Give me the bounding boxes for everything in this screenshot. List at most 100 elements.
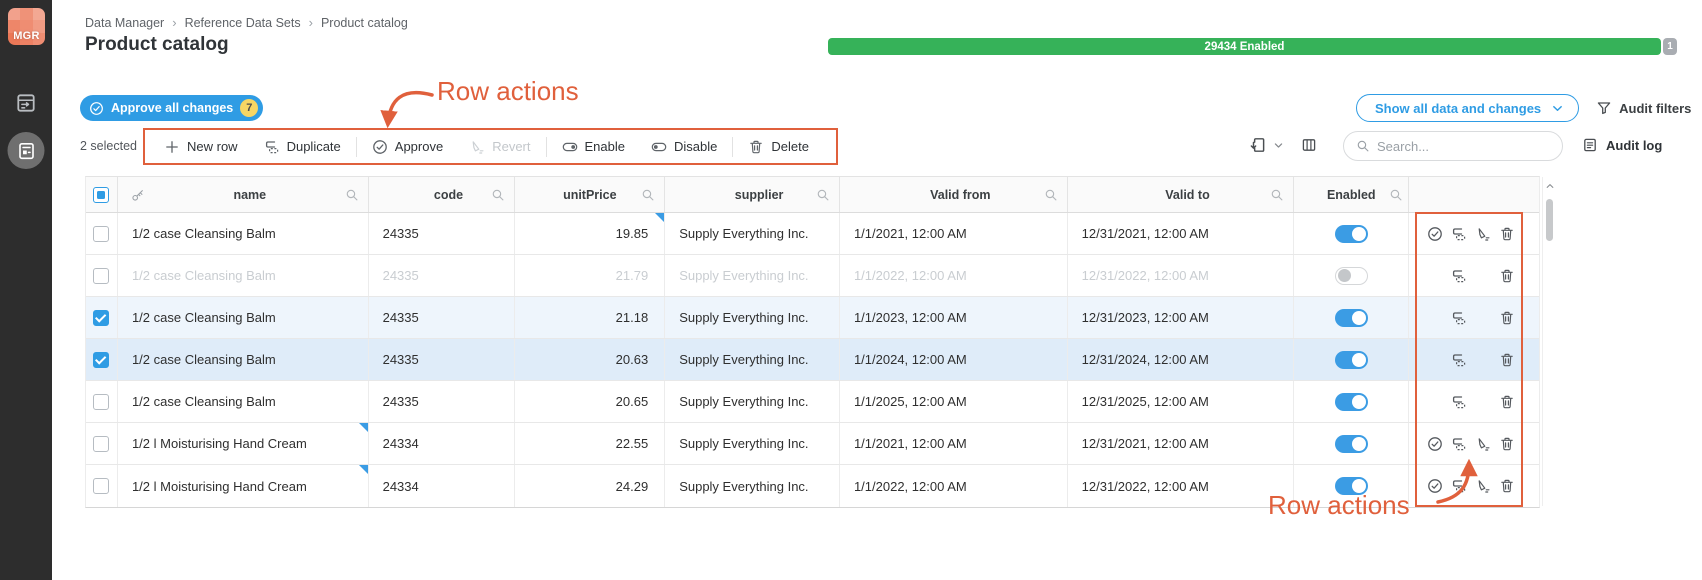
column-header-supplier[interactable]: supplier xyxy=(665,177,840,212)
delete-icon[interactable] xyxy=(1499,268,1515,284)
valid-from-cell[interactable]: 1/1/2021, 12:00 AM xyxy=(840,423,1068,464)
row-checkbox[interactable] xyxy=(93,225,110,242)
duplicate-icon[interactable] xyxy=(1451,478,1467,494)
revert-icon[interactable] xyxy=(1475,226,1491,242)
valid-to-cell[interactable]: 12/31/2022, 12:00 AM xyxy=(1068,255,1295,296)
duplicate-button[interactable]: Duplicate xyxy=(251,130,354,163)
duplicate-icon[interactable] xyxy=(1451,352,1467,368)
approve-button[interactable]: Approve xyxy=(359,130,456,163)
unitprice-cell[interactable]: 20.65 xyxy=(515,381,666,422)
column-header-enabled[interactable]: Enabled xyxy=(1294,177,1410,212)
scrollbar-thumb[interactable] xyxy=(1546,199,1553,241)
valid-to-cell[interactable]: 12/31/2024, 12:00 AM xyxy=(1068,339,1295,380)
name-cell[interactable]: 1/2 case Cleansing Balm xyxy=(118,213,369,254)
unitprice-cell[interactable]: 21.18 xyxy=(515,297,666,338)
duplicate-icon[interactable] xyxy=(1451,226,1467,242)
valid-from-cell[interactable]: 1/1/2023, 12:00 AM xyxy=(840,297,1068,338)
disable-button[interactable]: Disable xyxy=(638,130,730,163)
duplicate-icon[interactable] xyxy=(1451,310,1467,326)
supplier-cell[interactable]: Supply Everything Inc. xyxy=(665,423,840,464)
duplicate-icon[interactable] xyxy=(1451,268,1467,284)
code-cell[interactable]: 24335 xyxy=(369,213,516,254)
column-search-icon[interactable] xyxy=(816,188,830,202)
enabled-toggle[interactable] xyxy=(1334,350,1368,369)
column-search-icon[interactable] xyxy=(491,188,505,202)
code-cell[interactable]: 24334 xyxy=(369,465,516,507)
delete-icon[interactable] xyxy=(1499,478,1515,494)
table-scrollbar[interactable] xyxy=(1542,177,1556,506)
valid-from-cell[interactable]: 1/1/2022, 12:00 AM xyxy=(840,255,1068,296)
name-cell[interactable]: 1/2 case Cleansing Balm xyxy=(118,255,369,296)
code-cell[interactable]: 24335 xyxy=(369,255,516,296)
supplier-cell[interactable]: Supply Everything Inc. xyxy=(665,465,840,507)
duplicate-icon[interactable] xyxy=(1451,394,1467,410)
column-search-icon[interactable] xyxy=(641,188,655,202)
data-sets-icon[interactable] xyxy=(15,92,37,119)
delete-icon[interactable] xyxy=(1499,352,1515,368)
row-checkbox[interactable] xyxy=(93,435,110,452)
code-cell[interactable]: 24334 xyxy=(369,423,516,464)
column-header-code[interactable]: code xyxy=(369,177,516,212)
column-header-valid-from[interactable]: Valid from xyxy=(840,177,1068,212)
audit-log-button[interactable]: Audit log xyxy=(1582,137,1662,153)
enabled-toggle[interactable] xyxy=(1334,434,1368,453)
unitprice-cell[interactable]: 20.63 xyxy=(515,339,666,380)
enabled-toggle[interactable] xyxy=(1334,224,1368,243)
valid-to-cell[interactable]: 12/31/2025, 12:00 AM xyxy=(1068,381,1295,422)
approve-icon[interactable] xyxy=(1427,478,1443,494)
valid-to-cell[interactable]: 12/31/2022, 12:00 AM xyxy=(1068,465,1295,507)
column-search-icon[interactable] xyxy=(1270,188,1284,202)
enabled-toggle[interactable] xyxy=(1334,477,1368,495)
scroll-up-icon[interactable] xyxy=(1545,181,1555,191)
valid-from-cell[interactable]: 1/1/2024, 12:00 AM xyxy=(840,339,1068,380)
column-header-name[interactable]: name xyxy=(118,177,369,212)
code-cell[interactable]: 24335 xyxy=(369,381,516,422)
breadcrumb-data-manager[interactable]: Data Manager xyxy=(85,16,164,30)
app-logo[interactable]: MGR xyxy=(8,8,45,45)
code-cell[interactable]: 24335 xyxy=(369,339,516,380)
revert-icon[interactable] xyxy=(1475,478,1491,494)
select-all-checkbox[interactable] xyxy=(93,186,110,203)
show-all-data-dropdown[interactable]: Show all data and changes xyxy=(1356,94,1580,122)
delete-icon[interactable] xyxy=(1499,310,1515,326)
supplier-cell[interactable]: Supply Everything Inc. xyxy=(665,297,840,338)
unitprice-cell[interactable]: 24.29 xyxy=(515,465,666,507)
valid-to-cell[interactable]: 12/31/2023, 12:00 AM xyxy=(1068,297,1295,338)
column-search-icon[interactable] xyxy=(345,188,359,202)
name-cell[interactable]: 1/2 case Cleansing Balm xyxy=(118,297,369,338)
supplier-cell[interactable]: Supply Everything Inc. xyxy=(665,339,840,380)
delete-icon[interactable] xyxy=(1499,436,1515,452)
approve-all-changes-button[interactable]: Approve all changes 7 xyxy=(80,95,264,121)
approve-icon[interactable] xyxy=(1427,436,1443,452)
valid-from-cell[interactable]: 1/1/2021, 12:00 AM xyxy=(840,213,1068,254)
export-button[interactable] xyxy=(1249,136,1284,154)
unitprice-cell[interactable]: 19.85 xyxy=(515,213,666,254)
enabled-toggle[interactable] xyxy=(1334,266,1368,285)
column-search-icon[interactable] xyxy=(1389,188,1403,202)
row-checkbox[interactable] xyxy=(93,393,110,410)
breadcrumb-product-catalog[interactable]: Product catalog xyxy=(321,16,408,30)
unitprice-cell[interactable]: 21.79 xyxy=(515,255,666,296)
row-checkbox[interactable] xyxy=(93,478,110,494)
new-row-button[interactable]: New row xyxy=(151,130,251,163)
valid-from-cell[interactable]: 1/1/2022, 12:00 AM xyxy=(840,465,1068,507)
enabled-toggle[interactable] xyxy=(1334,392,1368,411)
row-checkbox[interactable] xyxy=(93,351,110,368)
column-search-icon[interactable] xyxy=(1044,188,1058,202)
catalog-nav-active[interactable] xyxy=(7,132,45,169)
enabled-toggle[interactable] xyxy=(1334,308,1368,327)
row-checkbox[interactable] xyxy=(93,267,110,284)
name-cell[interactable]: 1/2 case Cleansing Balm xyxy=(118,381,369,422)
code-cell[interactable]: 24335 xyxy=(369,297,516,338)
unitprice-cell[interactable]: 22.55 xyxy=(515,423,666,464)
row-checkbox[interactable] xyxy=(93,309,110,326)
supplier-cell[interactable]: Supply Everything Inc. xyxy=(665,255,840,296)
revert-icon[interactable] xyxy=(1475,436,1491,452)
duplicate-icon[interactable] xyxy=(1451,436,1467,452)
approve-icon[interactable] xyxy=(1427,226,1443,242)
column-header-valid-to[interactable]: Valid to xyxy=(1068,177,1295,212)
delete-icon[interactable] xyxy=(1499,394,1515,410)
valid-to-cell[interactable]: 12/31/2021, 12:00 AM xyxy=(1068,213,1295,254)
column-settings-button[interactable] xyxy=(1301,137,1317,158)
column-header-unitprice[interactable]: unitPrice xyxy=(515,177,666,212)
